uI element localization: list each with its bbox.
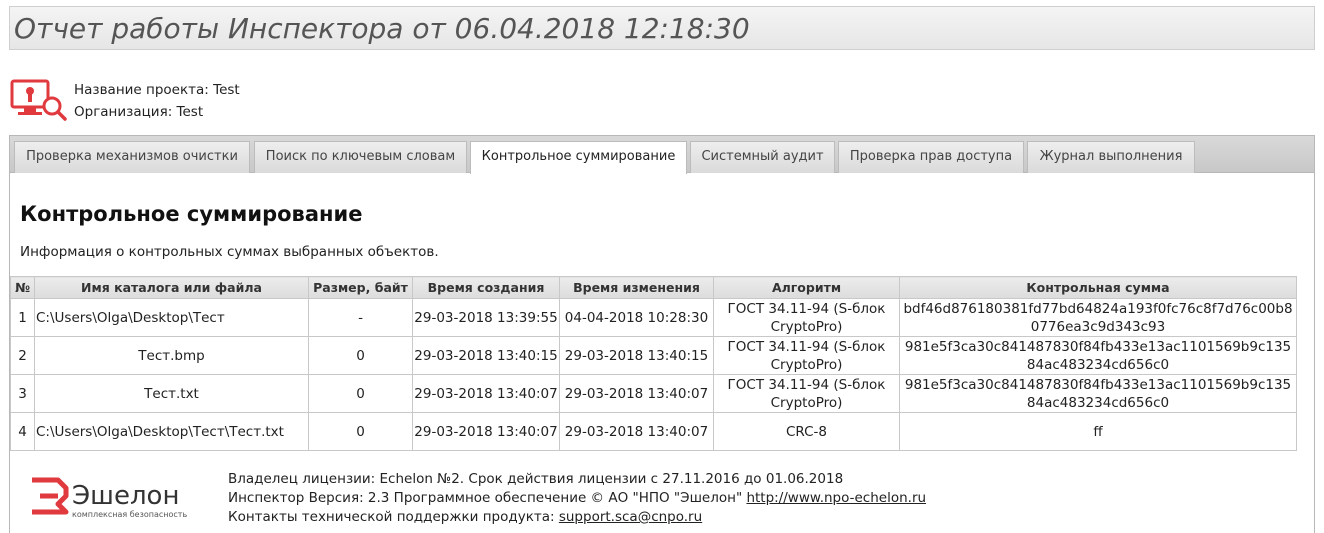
version-info: Инспектор Версия: 2.3 Программное обеспе… bbox=[228, 490, 927, 506]
algorithm: ГОСТ 34.11-94 (S-блок CryptoPro) bbox=[713, 374, 900, 413]
row-number: 3 bbox=[10, 374, 35, 413]
file-path: C:\Users\Olga\Desktop\Тест bbox=[34, 298, 309, 337]
file-path: Тест.bmp bbox=[34, 336, 309, 375]
tab-keyword-search[interactable]: Поиск по ключевым словам bbox=[254, 141, 467, 173]
table-row: 1 C:\Users\Olga\Desktop\Тест - 29-03-201… bbox=[10, 298, 1297, 337]
checksum: bdf46d876180381fd77bd64824a193f0fc76c8f7… bbox=[899, 298, 1297, 337]
checksum: 981e5f3ca30c841487830f84fb433e13ac110156… bbox=[899, 336, 1297, 375]
inspector-monitor-icon bbox=[10, 79, 67, 121]
algorithm: CRC-8 bbox=[713, 412, 900, 451]
checksums-table: № Имя каталога или файла Размер, байт Вр… bbox=[10, 276, 1297, 451]
report-title: Отчет работы Инспектора от 06.04.2018 12… bbox=[9, 6, 1315, 50]
created-time: 29-03-2018 13:39:55 bbox=[412, 298, 560, 337]
created-time: 29-03-2018 13:40:07 bbox=[412, 374, 560, 413]
support-email-link[interactable]: support.sca@cnpo.ru bbox=[559, 509, 702, 525]
license-info: Владелец лицензии: Echelon №2. Срок дейс… bbox=[228, 471, 844, 487]
logo-wordmark: Эшелон bbox=[72, 481, 179, 511]
algorithm: ГОСТ 34.11-94 (S-блок CryptoPro) bbox=[713, 298, 900, 337]
algorithm: ГОСТ 34.11-94 (S-блок CryptoPro) bbox=[713, 336, 900, 375]
column-header: Время создания bbox=[412, 276, 560, 299]
tab-cleanup-check[interactable]: Проверка механизмов очистки bbox=[14, 141, 250, 173]
tab-access-rights[interactable]: Проверка прав доступа bbox=[838, 141, 1024, 173]
modified-time: 29-03-2018 13:40:07 bbox=[559, 412, 714, 451]
modified-time: 29-03-2018 13:40:07 bbox=[559, 374, 714, 413]
file-size: 0 bbox=[308, 412, 413, 451]
column-header: Размер, байт bbox=[308, 276, 413, 299]
column-header: Имя каталога или файла bbox=[34, 276, 309, 299]
tab-strip: Проверка механизмов очистки Поиск по клю… bbox=[10, 136, 1314, 174]
file-size: - bbox=[308, 298, 413, 337]
tab-execution-log[interactable]: Журнал выполнения bbox=[1027, 141, 1195, 173]
table-row: 2 Тест.bmp 0 29-03-2018 13:40:15 29-03-2… bbox=[10, 336, 1297, 375]
table-row: 3 Тест.txt 0 29-03-2018 13:40:07 29-03-2… bbox=[10, 374, 1297, 413]
row-number: 1 bbox=[10, 298, 35, 337]
column-header: № bbox=[10, 276, 35, 299]
tab-checksums[interactable]: Контрольное суммирование bbox=[470, 141, 687, 174]
modified-time: 04-04-2018 10:28:30 bbox=[559, 298, 714, 337]
section-title: Контрольное суммирование bbox=[20, 202, 363, 226]
file-path: Тест.txt bbox=[34, 374, 309, 413]
footer: Эшелон комплексная безопасность Владелец… bbox=[28, 470, 1318, 530]
tab-system-audit[interactable]: Системный аудит bbox=[690, 141, 835, 173]
checksum: ff bbox=[899, 412, 1297, 451]
file-size: 0 bbox=[308, 374, 413, 413]
modified-time: 29-03-2018 13:40:15 bbox=[559, 336, 714, 375]
created-time: 29-03-2018 13:40:15 bbox=[412, 336, 560, 375]
table-row: 4 C:\Users\Olga\Desktop\Тест\Тест.txt 0 … bbox=[10, 412, 1297, 451]
file-path: C:\Users\Olga\Desktop\Тест\Тест.txt bbox=[34, 412, 309, 451]
company-website-link[interactable]: http://www.npo-echelon.ru bbox=[746, 490, 926, 506]
section-description: Информация о контрольных суммах выбранны… bbox=[20, 244, 439, 260]
project-name: Название проекта: Test bbox=[74, 82, 240, 98]
column-header: Алгоритм bbox=[713, 276, 900, 299]
support-info: Контакты технической поддержки продукта:… bbox=[228, 509, 703, 525]
column-header: Контрольная сумма bbox=[899, 276, 1297, 299]
logo-tagline: комплексная безопасность bbox=[72, 510, 187, 519]
file-size: 0 bbox=[308, 336, 413, 375]
created-time: 29-03-2018 13:40:07 bbox=[412, 412, 560, 451]
organization-name: Организация: Test bbox=[74, 104, 204, 120]
column-header: Время изменения bbox=[559, 276, 714, 299]
row-number: 4 bbox=[10, 412, 35, 451]
row-number: 2 bbox=[10, 336, 35, 375]
echelon-logo: Эшелон комплексная безопасность bbox=[32, 477, 187, 519]
checksum: 981e5f3ca30c841487830f84fb433e13ac110156… bbox=[899, 374, 1297, 413]
table-header-row: № Имя каталога или файла Размер, байт Вр… bbox=[10, 276, 1297, 299]
